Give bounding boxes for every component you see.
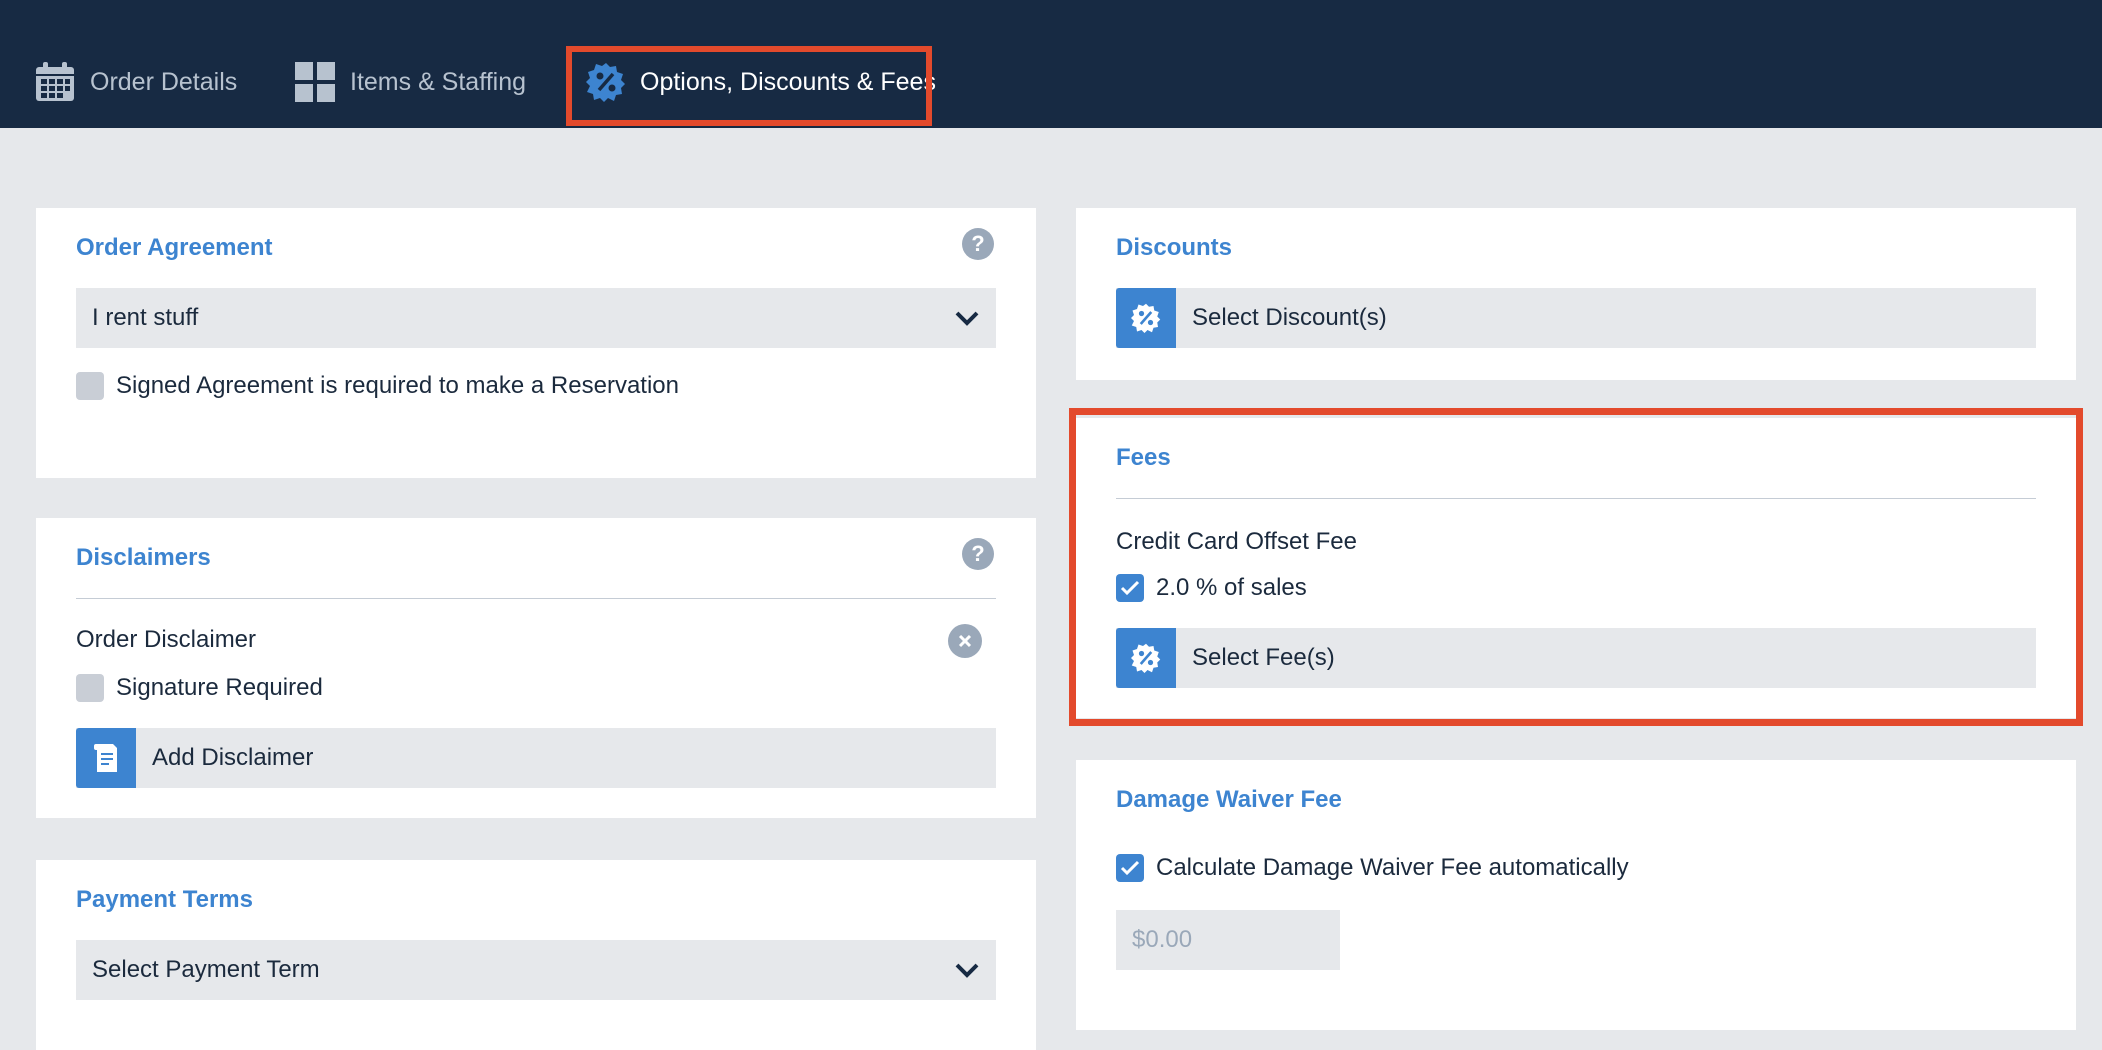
fees-title: Fees — [1116, 444, 1171, 471]
discounts-title: Discounts — [1116, 234, 1233, 261]
divider — [76, 598, 996, 599]
fee-option-label: 2.0 % of sales — [1156, 574, 1307, 601]
checkmark-icon — [1120, 580, 1140, 596]
disclaimers-title: Disclaimers — [76, 544, 211, 571]
chevron-down-icon — [955, 963, 979, 978]
disclaimers-card: Disclaimers ? Order Disclaimer Signature… — [36, 518, 1036, 818]
signed-agreement-checkbox-row[interactable]: Signed Agreement is required to make a R… — [76, 372, 679, 400]
damage-waiver-amount-input[interactable] — [1116, 910, 1340, 970]
select-fees-button[interactable]: Select Fee(s) — [1116, 628, 2036, 688]
damage-waiver-title: Damage Waiver Fee — [1116, 786, 1342, 813]
remove-disclaimer-button[interactable] — [948, 624, 982, 658]
divider — [1116, 498, 2036, 499]
payment-terms-title: Payment Terms — [76, 886, 253, 913]
help-icon[interactable]: ? — [962, 228, 994, 260]
payment-term-selected: Select Payment Term — [92, 956, 320, 983]
percent-badge-icon — [586, 63, 625, 102]
tab-order-details[interactable]: Order Details — [34, 46, 237, 118]
order-agreement-title: Order Agreement — [76, 234, 273, 261]
tab-items-staffing[interactable]: Items & Staffing — [294, 46, 526, 118]
signed-agreement-label: Signed Agreement is required to make a R… — [116, 372, 679, 399]
tab-label: Items & Staffing — [350, 67, 527, 96]
percent-badge-icon — [1131, 303, 1161, 333]
signature-required-label: Signature Required — [116, 674, 323, 701]
icon-box — [1116, 288, 1176, 348]
grid-icon — [295, 62, 335, 102]
select-discounts-button[interactable]: Select Discount(s) — [1116, 288, 2036, 348]
payment-terms-card: Payment Terms Select Payment Term — [36, 860, 1036, 1050]
order-agreement-selected: I rent stuff — [92, 304, 199, 331]
icon-box — [1116, 628, 1176, 688]
order-disclaimer-label: Order Disclaimer — [76, 626, 257, 653]
top-nav-bar: Order Details Items & Staffing Options, … — [0, 0, 2102, 128]
damage-waiver-auto-checkbox-row[interactable]: Calculate Damage Waiver Fee automaticall… — [1116, 854, 1629, 882]
signature-required-checkbox[interactable] — [76, 674, 104, 702]
payment-term-select[interactable]: Select Payment Term — [76, 940, 996, 1000]
percent-badge-icon — [1131, 643, 1161, 673]
damage-waiver-auto-checkbox[interactable] — [1116, 854, 1144, 882]
signed-agreement-checkbox[interactable] — [76, 372, 104, 400]
help-icon[interactable]: ? — [962, 538, 994, 570]
select-fees-label: Select Fee(s) — [1192, 644, 1335, 671]
chevron-down-icon — [955, 311, 979, 326]
tab-label: Options, Discounts & Fees — [640, 67, 936, 96]
close-icon — [958, 634, 972, 648]
calendar-icon — [36, 62, 74, 101]
add-disclaimer-label: Add Disclaimer — [152, 744, 314, 771]
checkmark-icon — [1120, 860, 1140, 876]
order-agreement-card: Order Agreement ? I rent stuff Signed Ag… — [36, 208, 1036, 478]
icon-box — [76, 728, 136, 788]
fee-option-checkbox[interactable] — [1116, 574, 1144, 602]
credit-card-offset-fee-label: Credit Card Offset Fee — [1116, 528, 1357, 555]
add-disclaimer-button[interactable]: Add Disclaimer — [76, 728, 996, 788]
damage-waiver-auto-label: Calculate Damage Waiver Fee automaticall… — [1156, 854, 1629, 881]
signature-required-checkbox-row[interactable]: Signature Required — [76, 674, 323, 702]
tab-options-discounts-fees[interactable]: Options, Discounts & Fees — [586, 46, 936, 118]
document-icon — [94, 744, 117, 772]
tab-label: Order Details — [90, 67, 238, 96]
fee-option-checkbox-row[interactable]: 2.0 % of sales — [1116, 574, 1307, 602]
discounts-card: Discounts Select Discount(s) — [1076, 208, 2076, 380]
select-discounts-label: Select Discount(s) — [1192, 304, 1387, 331]
order-agreement-select[interactable]: I rent stuff — [76, 288, 996, 348]
damage-waiver-card: Damage Waiver Fee Calculate Damage Waive… — [1076, 760, 2076, 1030]
fees-card: Fees Credit Card Offset Fee 2.0 % of sal… — [1076, 418, 2076, 718]
